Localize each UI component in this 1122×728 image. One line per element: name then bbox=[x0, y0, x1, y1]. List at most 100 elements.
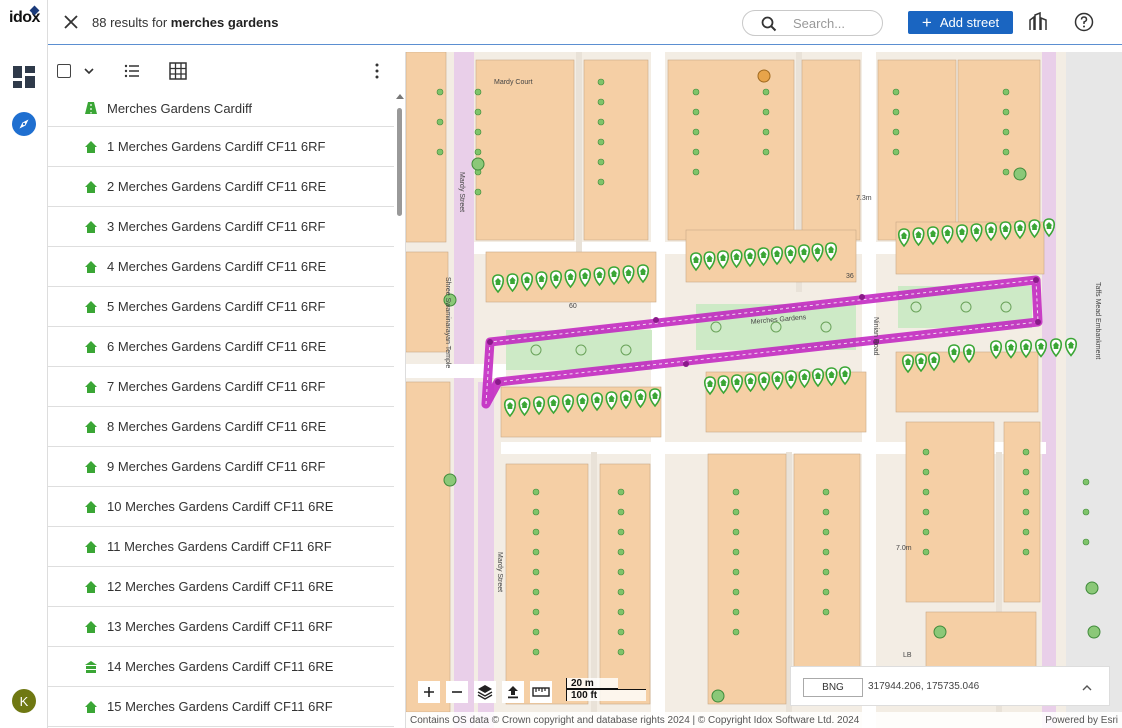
result-row[interactable]: 2 Merches Gardens Cardiff CF11 6RE bbox=[48, 167, 394, 207]
house-icon bbox=[84, 140, 98, 154]
map-label-lb: LB bbox=[903, 652, 912, 659]
scale-metric: 20 m bbox=[566, 678, 618, 689]
map-label-mardy-street-south: Mardy Street bbox=[496, 552, 503, 592]
coordinate-readout: 317944.206, 175735.046 bbox=[868, 681, 980, 692]
result-label: 2 Merches Gardens Cardiff CF11 6RE bbox=[107, 179, 327, 194]
scale-imperial: 100 ft bbox=[566, 689, 646, 701]
zoom-in-icon[interactable] bbox=[418, 681, 440, 703]
table-view-icon[interactable] bbox=[169, 62, 187, 85]
house-icon bbox=[84, 420, 98, 434]
coordinate-panel: BNG 317944.206, 175735.046 bbox=[790, 666, 1110, 706]
house-icon bbox=[84, 260, 98, 274]
result-row[interactable]: 7 Merches Gardens Cardiff CF11 6RF bbox=[48, 367, 394, 407]
house-icon bbox=[84, 220, 98, 234]
search-input[interactable] bbox=[793, 15, 873, 32]
house-icon bbox=[84, 580, 98, 594]
map-view[interactable]: Mardy Court Merches Gardens Mardy Street… bbox=[406, 52, 1122, 728]
map-label-ninian-road: Ninian Road bbox=[872, 317, 879, 356]
add-street-button[interactable]: + Add street bbox=[908, 11, 1013, 34]
results-list: Merches Gardens Cardiff 1 Merches Gardens… bbox=[48, 90, 394, 728]
result-row[interactable]: 15 Merches Gardens Cardiff CF11 6RF bbox=[48, 687, 394, 727]
scale-bar: 20 m 100 ft bbox=[560, 678, 650, 702]
result-row[interactable]: 5 Merches Gardens Cardiff CF11 6RF bbox=[48, 287, 394, 327]
result-label: 6 Merches Gardens Cardiff CF11 6RE bbox=[107, 339, 327, 354]
map-toolbar bbox=[418, 681, 552, 703]
result-row[interactable]: 8 Merches Gardens Cardiff CF11 6RE bbox=[48, 407, 394, 447]
select-options-chevron-down-icon[interactable] bbox=[83, 64, 95, 82]
result-label: 14 Merches Gardens Cardiff CF11 6RE bbox=[107, 659, 334, 674]
result-row[interactable]: 9 Merches Gardens Cardiff CF11 6RF bbox=[48, 447, 394, 487]
measure-ruler-icon[interactable] bbox=[530, 681, 552, 703]
map-attribution: Contains OS data © Crown copyright and d… bbox=[406, 712, 1122, 728]
house-icon bbox=[84, 540, 98, 554]
scroll-up-arrow-icon[interactable] bbox=[396, 94, 404, 99]
upload-icon[interactable] bbox=[502, 681, 524, 703]
result-label: 9 Merches Gardens Cardiff CF11 6RF bbox=[107, 459, 326, 474]
house-icon bbox=[84, 700, 98, 714]
layers-icon[interactable] bbox=[474, 681, 496, 703]
house-icon bbox=[84, 180, 98, 194]
result-row[interactable]: 14 Merches Gardens Cardiff CF11 6RE bbox=[48, 647, 394, 687]
scroll-thumb[interactable] bbox=[397, 108, 402, 216]
result-row[interactable]: 3 Merches Gardens Cardiff CF11 6RF bbox=[48, 207, 394, 247]
house-icon bbox=[84, 380, 98, 394]
result-label: 13 Merches Gardens Cardiff CF11 6RF bbox=[107, 619, 333, 634]
user-avatar[interactable]: K bbox=[12, 689, 36, 713]
map-label-number-60: 60 bbox=[569, 303, 577, 310]
attribution-text: Contains OS data © Crown copyright and d… bbox=[410, 715, 860, 726]
result-label: Merches Gardens Cardiff bbox=[107, 100, 252, 116]
close-results-icon[interactable] bbox=[62, 13, 80, 31]
header-bar: 88 results for merches gardens + Add str… bbox=[48, 0, 1122, 45]
street-icon bbox=[84, 101, 98, 115]
map-label-mardy-court: Mardy Court bbox=[494, 79, 533, 86]
result-label: 4 Merches Gardens Cardiff CF11 6RE bbox=[107, 259, 327, 274]
left-rail: idox K bbox=[0, 0, 48, 728]
map-label-mardy-street-north: Mardy Street bbox=[458, 172, 465, 212]
result-row[interactable]: 1 Merches Gardens Cardiff CF11 6RF bbox=[48, 127, 394, 167]
result-row[interactable]: 4 Merches Gardens Cardiff CF11 6RE bbox=[48, 247, 394, 287]
results-panel: Merches Gardens Cardiff 1 Merches Gardens… bbox=[48, 52, 406, 728]
building-stats-icon[interactable] bbox=[1028, 11, 1048, 32]
result-row[interactable]: 6 Merches Gardens Cardiff CF11 6RE bbox=[48, 327, 394, 367]
dashboard-icon[interactable] bbox=[13, 66, 35, 93]
chevron-up-icon[interactable] bbox=[1081, 681, 1093, 699]
result-row[interactable]: 13 Merches Gardens Cardiff CF11 6RF bbox=[48, 607, 394, 647]
result-row[interactable]: 10 Merches Gardens Cardiff CF11 6RE bbox=[48, 487, 394, 527]
result-label: 10 Merches Gardens Cardiff CF11 6RE bbox=[107, 499, 334, 514]
powered-by-text[interactable]: Powered by Esri bbox=[1045, 715, 1118, 726]
house-icon bbox=[84, 460, 98, 474]
map-label-temple: Shree Swaminarayan Temple bbox=[444, 277, 451, 368]
add-street-label: Add street bbox=[939, 15, 1000, 30]
search-field[interactable] bbox=[742, 10, 883, 36]
results-count-text: 88 results for bbox=[92, 15, 168, 30]
result-label: 1 Merches Gardens Cardiff CF11 6RF bbox=[107, 139, 326, 154]
list-view-icon[interactable] bbox=[124, 63, 140, 84]
results-query-text: merches gardens bbox=[170, 15, 279, 30]
result-label: 8 Merches Gardens Cardiff CF11 6RE bbox=[107, 419, 327, 434]
map-label-height-2: 7.0m bbox=[896, 545, 912, 552]
help-icon[interactable] bbox=[1074, 12, 1094, 32]
map-label-number-36: 36 bbox=[846, 273, 854, 280]
results-scrollbar[interactable] bbox=[394, 90, 406, 728]
result-label: 12 Merches Gardens Cardiff CF11 6RE bbox=[107, 579, 334, 594]
more-options-icon[interactable] bbox=[374, 63, 380, 84]
map-label-height-1: 7.3m bbox=[856, 195, 872, 202]
results-toolbar bbox=[48, 52, 406, 90]
result-label: 3 Merches Gardens Cardiff CF11 6RF bbox=[107, 219, 326, 234]
result-label: 7 Merches Gardens Cardiff CF11 6RF bbox=[107, 379, 326, 394]
result-row[interactable]: 11 Merches Gardens Cardiff CF11 6RF bbox=[48, 527, 394, 567]
zoom-out-icon[interactable] bbox=[446, 681, 468, 703]
result-row[interactable]: 12 Merches Gardens Cardiff CF11 6RE bbox=[48, 567, 394, 607]
result-row[interactable]: Merches Gardens Cardiff bbox=[48, 90, 394, 127]
result-label: 11 Merches Gardens Cardiff CF11 6RF bbox=[107, 539, 332, 554]
plus-icon: + bbox=[921, 13, 932, 32]
explore-compass-icon[interactable] bbox=[12, 112, 36, 141]
search-icon bbox=[761, 16, 777, 32]
select-all-checkbox[interactable] bbox=[57, 64, 71, 78]
map-canvas[interactable]: Mardy Court Merches Gardens Mardy Street… bbox=[406, 52, 1122, 728]
crs-selector[interactable]: BNG bbox=[803, 678, 863, 697]
house-icon bbox=[84, 500, 98, 514]
flats-icon bbox=[84, 660, 98, 674]
result-label: 5 Merches Gardens Cardiff CF11 6RF bbox=[107, 299, 326, 314]
house-icon bbox=[84, 300, 98, 314]
